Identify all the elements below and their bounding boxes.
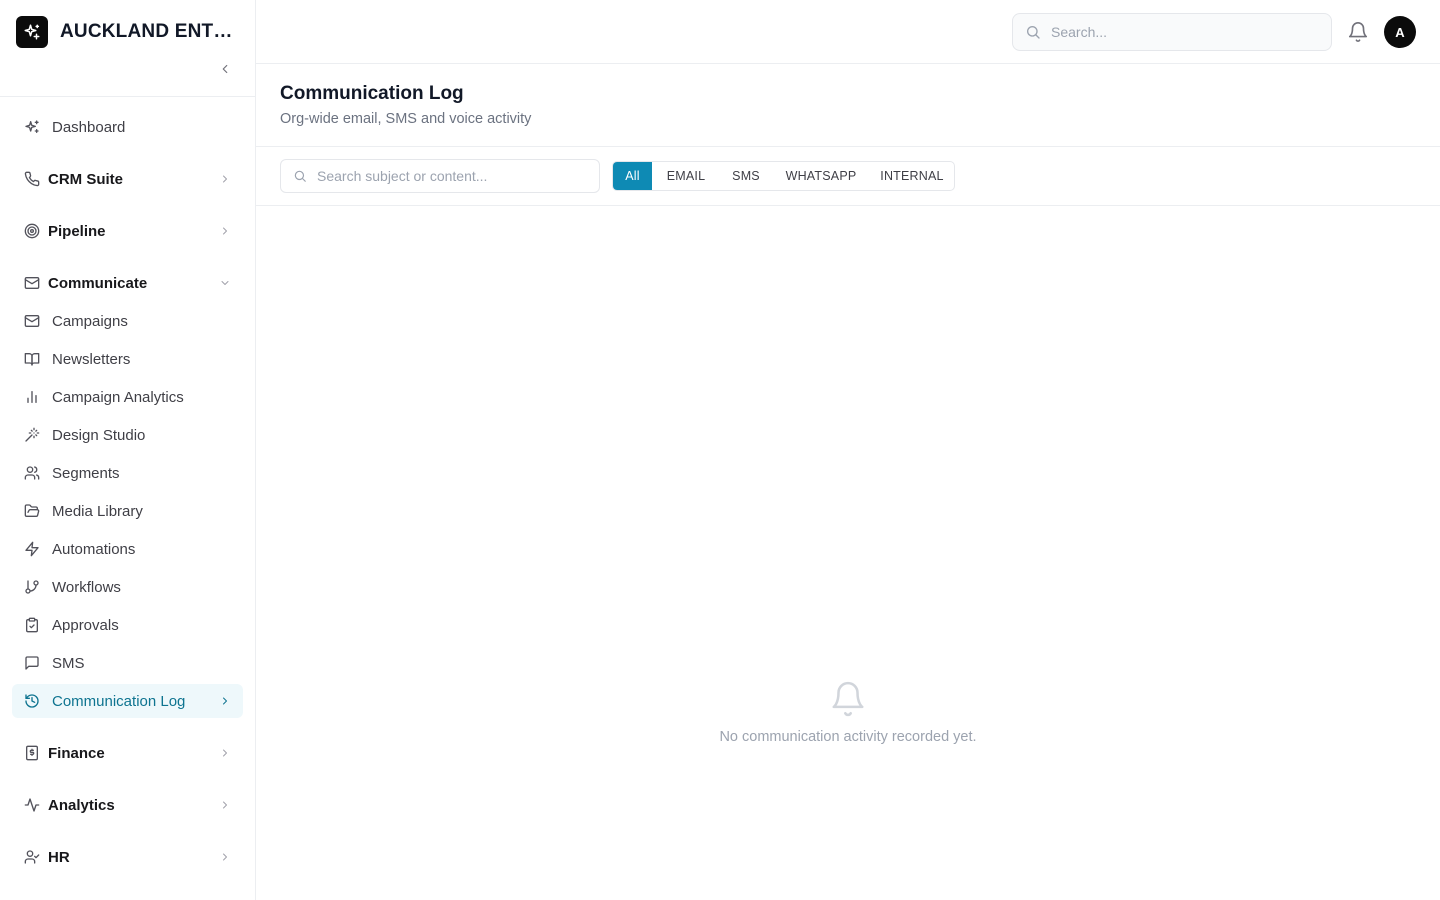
sidebar-item-label: Automations <box>52 540 136 558</box>
sidebar-divider <box>0 96 255 97</box>
sidebar-section-label: Analytics <box>48 796 115 814</box>
zap-icon <box>25 541 39 557</box>
sidebar-section-hr[interactable]: HR <box>12 840 243 874</box>
sidebar-item-label: Media Library <box>52 502 143 520</box>
sidebar-item-label: Dashboard <box>52 118 126 136</box>
sidebar-item-label: Communication Log <box>52 692 186 710</box>
sidebar-item-label: Segments <box>52 464 120 482</box>
target-icon <box>24 223 40 239</box>
sidebar: AUCKLAND ENTER... Dashboard CRM Suite Pi… <box>0 0 256 900</box>
sidebar-section-crm-suite[interactable]: CRM Suite <box>12 162 243 196</box>
log-search[interactable] <box>280 159 600 193</box>
sidebar-section-label: Pipeline <box>48 222 106 240</box>
sidebar-item-automations[interactable]: Automations <box>12 532 243 566</box>
channel-filter-tabs: All EMAIL SMS WHATSAPP INTERNAL <box>612 161 955 191</box>
history-icon <box>25 694 39 708</box>
receipt-icon <box>26 745 38 761</box>
sidebar-item-campaigns[interactable]: Campaigns <box>12 304 243 338</box>
clipboard-check-icon <box>26 617 38 633</box>
sidebar-section-pipeline[interactable]: Pipeline <box>12 214 243 248</box>
global-search-input[interactable] <box>1051 24 1331 40</box>
book-open-icon <box>24 353 40 366</box>
sidebar-item-label: Campaigns <box>52 312 128 330</box>
phone-icon <box>24 171 40 187</box>
log-search-input[interactable] <box>317 168 599 184</box>
sidebar-item-communication-log[interactable]: Communication Log <box>12 684 243 718</box>
empty-state-text: No communication activity recorded yet. <box>719 729 977 745</box>
mail-icon <box>24 315 40 327</box>
search-icon <box>1027 26 1040 39</box>
sidebar-item-sms[interactable]: SMS <box>12 646 243 680</box>
topbar: A <box>256 0 1440 64</box>
sidebar-item-label: Approvals <box>52 616 119 634</box>
filter-tab-internal[interactable]: INTERNAL <box>870 162 954 190</box>
sparkle-icon <box>16 16 48 48</box>
notifications-button[interactable] <box>1347 21 1369 43</box>
brand-name: AUCKLAND ENTER... <box>60 21 240 42</box>
collapse-sidebar-button[interactable] <box>214 58 236 80</box>
sidebar-section-label: CRM Suite <box>48 170 123 188</box>
sidebar-item-approvals[interactable]: Approvals <box>12 608 243 642</box>
user-check-icon <box>24 850 40 864</box>
git-branch-icon <box>25 580 39 594</box>
chevron-right-icon <box>223 175 227 183</box>
page-subtitle: Org-wide email, SMS and voice activity <box>280 111 532 127</box>
activity-icon <box>24 798 40 812</box>
chevron-right-icon <box>223 697 227 705</box>
page-title: Communication Log <box>280 83 464 104</box>
filter-divider <box>256 205 1440 206</box>
mail-icon <box>24 277 40 289</box>
avatar[interactable]: A <box>1384 16 1416 48</box>
chevron-right-icon <box>223 801 227 809</box>
sidebar-item-design-studio[interactable]: Design Studio <box>12 418 243 452</box>
filter-tab-whatsapp[interactable]: WHATSAPP <box>772 162 870 190</box>
sidebar-section-label: HR <box>48 848 70 866</box>
filter-tab-email[interactable]: EMAIL <box>652 162 720 190</box>
sidebar-section-finance[interactable]: Finance <box>12 736 243 770</box>
sidebar-item-media-library[interactable]: Media Library <box>12 494 243 528</box>
sidebar-section-label: Communicate <box>48 274 148 292</box>
sidebar-item-segments[interactable]: Segments <box>12 456 243 490</box>
magic-wand-icon <box>25 427 40 442</box>
sidebar-item-label: Newsletters <box>52 350 131 368</box>
sparkles-icon <box>25 120 39 133</box>
chevron-right-icon <box>223 853 227 861</box>
sidebar-item-label: SMS <box>52 654 85 672</box>
bar-chart-icon <box>27 391 37 403</box>
sidebar-item-workflows[interactable]: Workflows <box>12 570 243 604</box>
search-icon <box>294 170 306 182</box>
message-square-icon <box>25 656 39 670</box>
global-search[interactable] <box>1012 13 1332 51</box>
sidebar-item-newsletters[interactable]: Newsletters <box>12 342 243 376</box>
header-divider <box>256 146 1440 147</box>
brand[interactable]: AUCKLAND ENTER... <box>16 16 240 48</box>
sidebar-section-communicate[interactable]: Communicate <box>12 266 243 300</box>
folder-open-icon <box>24 504 40 517</box>
sidebar-item-dashboard[interactable]: Dashboard <box>12 110 243 144</box>
chevron-left-icon <box>222 64 228 74</box>
bell-icon <box>832 681 864 717</box>
sidebar-item-label: Design Studio <box>52 426 146 444</box>
sidebar-section-analytics[interactable]: Analytics <box>12 788 243 822</box>
filter-tab-all[interactable]: All <box>613 162 652 190</box>
filter-tab-sms[interactable]: SMS <box>720 162 772 190</box>
chevron-right-icon <box>223 749 227 757</box>
bell-icon <box>1348 22 1368 43</box>
sidebar-item-label: Workflows <box>52 578 121 596</box>
users-icon <box>24 466 40 480</box>
chevron-right-icon <box>223 227 227 235</box>
sidebar-item-campaign-analytics[interactable]: Campaign Analytics <box>12 380 243 414</box>
sidebar-section-label: Finance <box>48 744 105 762</box>
chevron-down-icon <box>221 281 229 285</box>
sidebar-item-label: Campaign Analytics <box>52 388 184 406</box>
